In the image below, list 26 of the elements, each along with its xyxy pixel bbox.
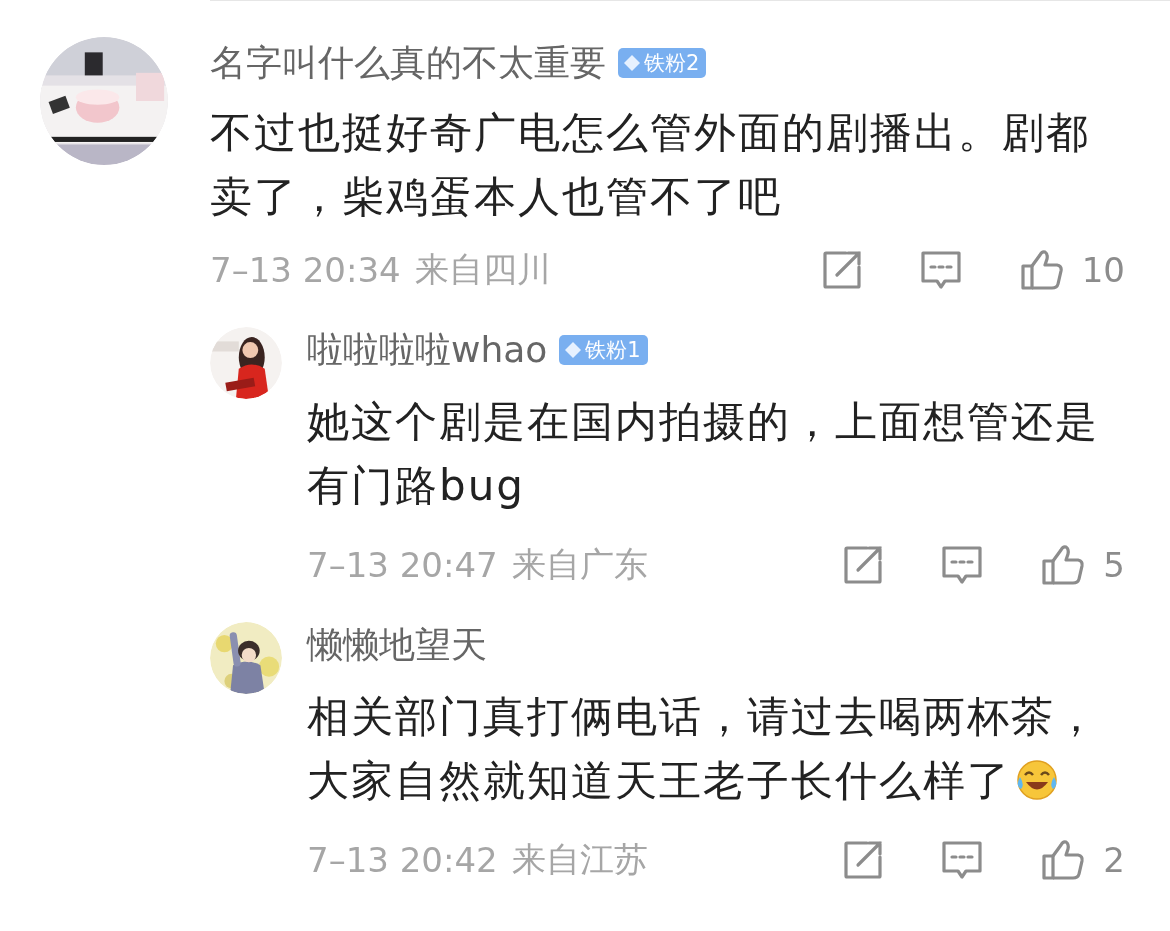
comment-text: 她这个剧是在国内拍摄的，上面想管还是有门路bug <box>307 397 1099 510</box>
comment-location: 来自四川 <box>414 248 552 291</box>
like-count: 5 <box>1103 545 1125 585</box>
comment-time: 7–13 20:47 <box>307 545 498 585</box>
like-count: 10 <box>1081 250 1125 290</box>
share-icon[interactable] <box>843 840 884 880</box>
username[interactable]: 名字叫什么真的不太重要 <box>210 38 606 88</box>
comment-location: 来自江苏 <box>511 838 649 881</box>
comment-time: 7–13 20:42 <box>307 840 498 880</box>
comment-icon[interactable] <box>941 840 984 880</box>
like-icon[interactable] <box>1019 249 1064 291</box>
username[interactable]: 懒懒地望天 <box>307 620 487 670</box>
comment-icon[interactable] <box>941 545 984 585</box>
like-count: 2 <box>1103 840 1125 880</box>
fan-badge: 铁粉2 <box>618 48 707 78</box>
comment-location: 来自广东 <box>511 543 649 586</box>
like-icon[interactable] <box>1041 544 1086 586</box>
share-icon[interactable] <box>843 545 884 585</box>
like-icon[interactable] <box>1041 839 1086 881</box>
fan-badge: 铁粉1 <box>559 335 648 365</box>
comment-time: 7–13 20:34 <box>210 250 401 290</box>
comment-icon[interactable] <box>919 250 962 290</box>
comment-text: 不过也挺好奇广电怎么管外面的剧播出。剧都卖了，柴鸡蛋本人也管不了吧 <box>210 108 1090 221</box>
comment-text: 相关部门真打俩电话，请过去喝两杯茶，大家自然就知道天王老子长什么样了 <box>307 692 1099 805</box>
username[interactable]: 啦啦啦啦whao <box>307 325 548 375</box>
share-icon[interactable] <box>821 250 862 290</box>
